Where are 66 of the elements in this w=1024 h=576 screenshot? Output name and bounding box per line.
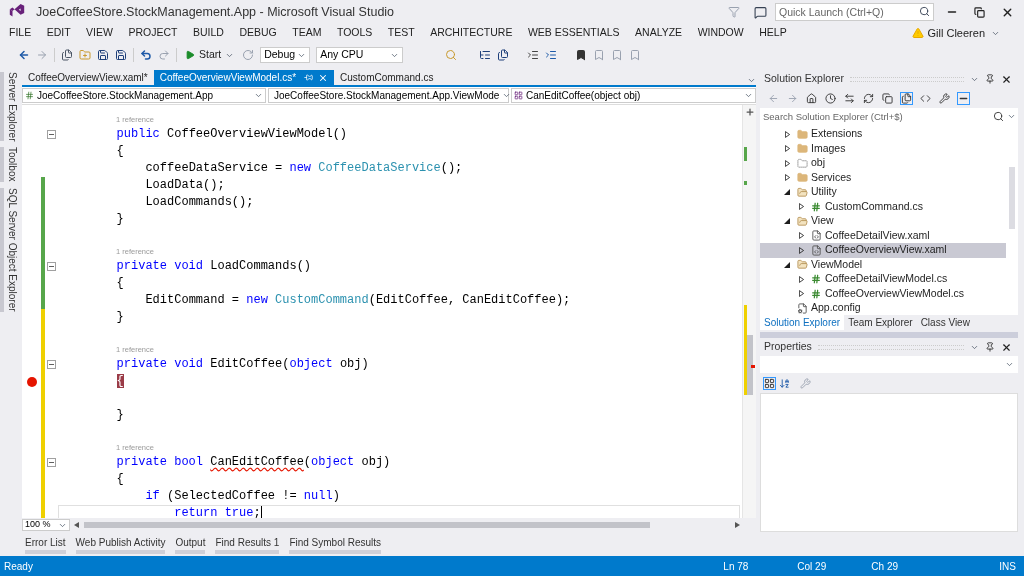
menu-item[interactable]: EDIT	[46, 25, 71, 41]
panel-tab[interactable]: Team Explorer	[844, 315, 917, 330]
menu-item[interactable]: WINDOW	[697, 25, 744, 41]
menu-item[interactable]: TEST	[387, 25, 415, 41]
tree-item[interactable]: CoffeeOverviewViewModel.cs	[760, 286, 1006, 301]
tree-item[interactable]: CoffeeDetailView.xaml	[760, 228, 1006, 243]
code-line: {	[115, 143, 125, 160]
code-line: }	[115, 309, 125, 326]
insert-mode: INS	[999, 559, 1016, 574]
menu-item[interactable]: FILE	[9, 25, 32, 41]
tree-item[interactable]: CoffeeDetailViewModel.cs	[760, 272, 1006, 287]
line-number: Ln 78	[723, 559, 750, 574]
panel-tab[interactable]: Solution Explorer	[760, 315, 845, 330]
code-line: }	[115, 407, 125, 424]
configuration-dropdown[interactable]: Debug	[260, 47, 311, 63]
panel-tab[interactable]: Class View	[916, 315, 974, 330]
user-name[interactable]: Gill Cleeren	[927, 24, 985, 42]
code-line: EditCommand = new CustomCommand(EditCoffee, CanEditCoffee);	[144, 292, 572, 309]
tree-item[interactable]: View	[760, 214, 1006, 229]
code-line: private bool CanEditCoffee(object obj)	[115, 454, 392, 471]
start-button[interactable]: Start	[183, 47, 237, 63]
document-tab[interactable]: CoffeeOverviewViewModel.cs*	[153, 70, 335, 85]
menu-item[interactable]: ANALYZE	[635, 25, 683, 41]
menu-item[interactable]: VIEW	[86, 25, 113, 41]
menu-item[interactable]: BUILD	[192, 25, 224, 41]
menu-item[interactable]: TEAM	[292, 25, 322, 41]
panel-title: Properties	[764, 339, 812, 355]
member-dropdown[interactable]: CanEditCoffee(object obj)	[511, 88, 756, 103]
menu-item[interactable]: WEB ESSENTIALS	[527, 25, 620, 41]
search-field[interactable]: Search Solution Explorer (Ctrl+$)	[760, 108, 1018, 125]
code-line: LoadData();	[144, 177, 226, 194]
code-line: LoadCommands();	[144, 194, 255, 211]
menu-item[interactable]: PROJECT	[128, 25, 178, 41]
quick-launch-field[interactable]: Quick Launch (Ctrl+Q)	[775, 3, 934, 21]
document-tab[interactable]: CoffeeOverviewView.xaml*	[22, 70, 154, 85]
tree-item[interactable]: obj	[760, 156, 1006, 171]
type-dropdown[interactable]: JoeCoffeeStore.StockManagement.App.ViewMode	[268, 88, 509, 103]
project-dropdown[interactable]: JoeCoffeeStore.StockManagement.App	[22, 88, 266, 103]
tree-item[interactable]: CustomCommand.cs	[760, 199, 1006, 214]
menu-item[interactable]: ARCHITECTURE	[430, 25, 513, 41]
panel-title: Solution Explorer	[764, 71, 844, 87]
code-line: private void LoadCommands()	[115, 258, 313, 275]
code-line: {	[115, 275, 125, 292]
code-line: }	[115, 211, 125, 228]
window-title: JoeCoffeeStore.StockManagement.App - Microsoft Visual Studio	[36, 3, 395, 21]
tree-item[interactable]: Extensions	[760, 127, 1006, 142]
char-number: Ch 29	[871, 559, 899, 574]
code-line: private void EditCoffee(object obj)	[115, 356, 370, 373]
tree-item[interactable]: CoffeeOverviewView.xaml	[760, 243, 1006, 258]
zoom-dropdown[interactable]: 100 %	[22, 519, 70, 531]
code-line: {	[115, 471, 125, 488]
column-number: Col 29	[797, 559, 828, 574]
menu-item[interactable]: HELP	[759, 25, 787, 41]
tree-item[interactable]: ViewModel	[760, 257, 1006, 272]
tree-item[interactable]: App.config	[760, 301, 1006, 316]
platform-dropdown[interactable]: Any CPU	[316, 47, 404, 63]
code-line: coffeeDataService = new CoffeeDataService();	[144, 160, 464, 177]
tree-item[interactable]: Images	[760, 141, 1006, 156]
menu-item[interactable]: DEBUG	[239, 25, 277, 41]
tree-item[interactable]: Services	[760, 170, 1006, 185]
code-line: public CoffeeOverviewViewModel()	[115, 126, 349, 143]
document-tab[interactable]: CustomCommand.cs	[334, 70, 440, 85]
status-text: Ready	[4, 559, 33, 574]
code-line: if (SelectedCoffee != null)	[144, 488, 341, 505]
tree-item[interactable]: Utility	[760, 185, 1006, 200]
menu-item[interactable]: TOOLS	[336, 25, 373, 41]
